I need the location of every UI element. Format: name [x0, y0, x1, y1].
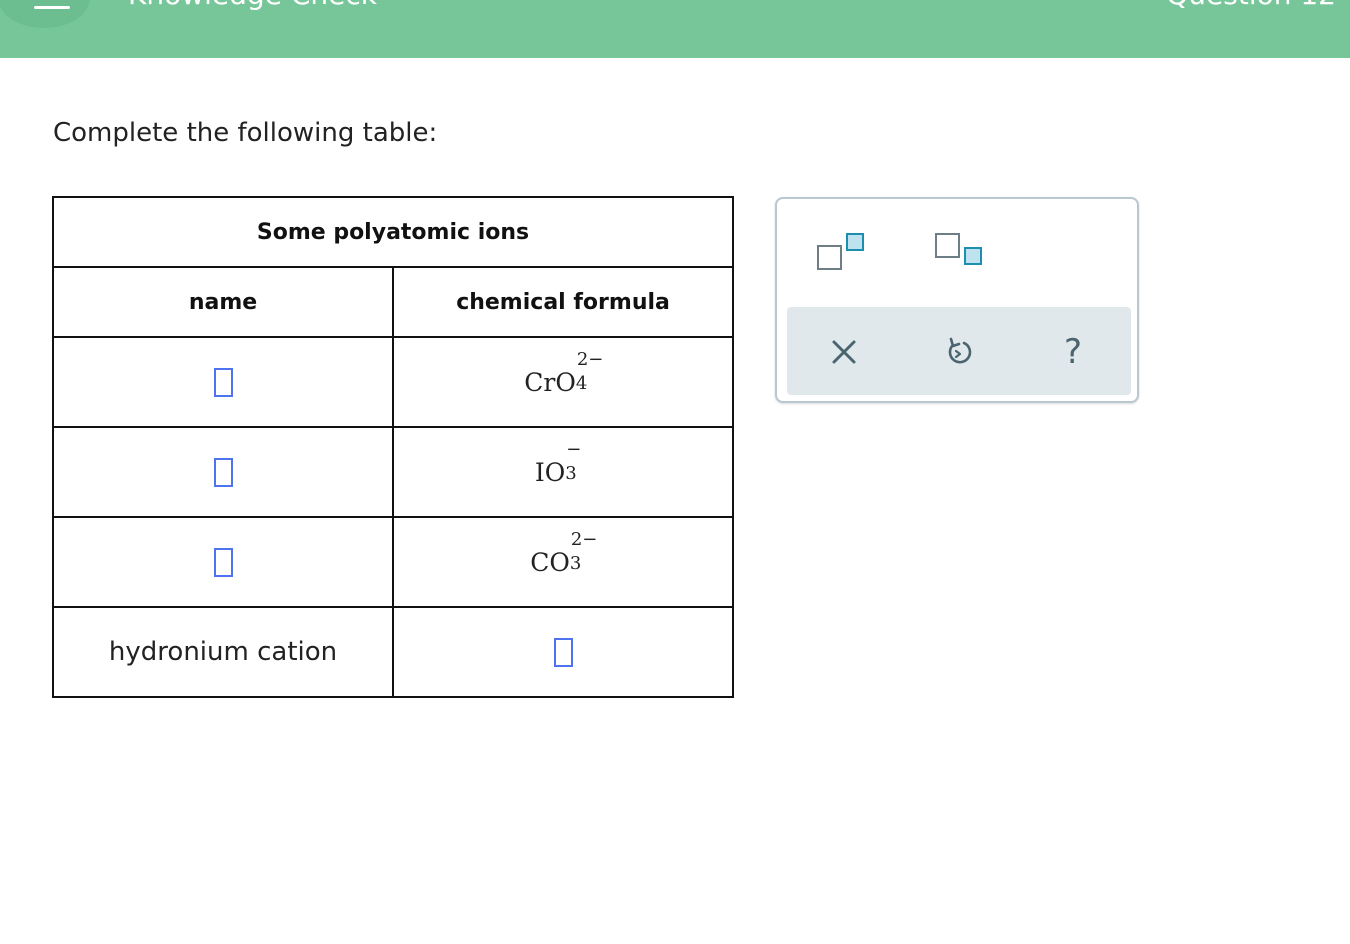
table-row: CrO 2− 4: [51, 336, 734, 428]
table-row: hydronium cation: [51, 606, 734, 698]
help-icon: ?: [1063, 332, 1083, 372]
action-bar: ?: [787, 307, 1131, 395]
formula-chromate: CrO 2− 4: [524, 351, 603, 397]
formula-charge: −: [566, 439, 582, 460]
name-cell: [51, 426, 395, 518]
topbar-title: Knowledge Check: [128, 0, 377, 11]
formula-cell: IO − 3: [392, 426, 734, 518]
subscript-button[interactable]: [935, 233, 985, 275]
name-cell: [51, 336, 395, 428]
undo-button[interactable]: [942, 335, 976, 369]
formula-carbonate: CO 2− 3: [530, 531, 597, 577]
clear-button[interactable]: [827, 335, 861, 369]
answer-input-name-2[interactable]: [213, 458, 233, 487]
formula-subscript: 3: [565, 463, 577, 484]
formula-base: IO: [534, 458, 566, 487]
close-icon: [832, 340, 856, 364]
polyatomic-ions-table: Some polyatomic ions name chemical formu…: [51, 196, 734, 698]
formula-subscript: 3: [569, 553, 582, 574]
undo-icon: [948, 337, 972, 364]
top-bar: Knowledge Check Question 12: [0, 0, 1350, 58]
formula-charge: 2−: [570, 529, 598, 550]
table-row: IO − 3: [51, 426, 734, 518]
formula-charge: 2−: [576, 349, 604, 370]
menu-button[interactable]: [0, 0, 90, 28]
menu-icon: [34, 6, 70, 9]
formula-cell: CrO 2− 4: [392, 336, 734, 428]
math-tool-panel: ?: [775, 197, 1139, 403]
formula-iodate: IO − 3: [534, 441, 591, 487]
name-cell: [51, 516, 395, 608]
formula-subscript: 4: [575, 373, 588, 394]
column-header-formula: chemical formula: [392, 266, 734, 338]
answer-input-name-1[interactable]: [213, 368, 233, 397]
question-number: Question 12: [1166, 0, 1336, 11]
formula-base: CO: [530, 548, 570, 577]
name-cell: hydronium cation: [51, 606, 395, 698]
answer-input-formula-4[interactable]: [553, 638, 573, 667]
table-row: CO 2− 3: [51, 516, 734, 608]
help-button[interactable]: ?: [1056, 335, 1090, 369]
superscript-button[interactable]: [817, 233, 867, 275]
formula-base: CrO: [524, 368, 576, 397]
formula-cell: CO 2− 3: [392, 516, 734, 608]
column-header-name: name: [51, 266, 395, 338]
formula-cell: [392, 606, 734, 698]
table-caption: Some polyatomic ions: [52, 196, 734, 268]
answer-input-name-3[interactable]: [213, 548, 233, 577]
question-prompt: Complete the following table:: [53, 118, 438, 148]
